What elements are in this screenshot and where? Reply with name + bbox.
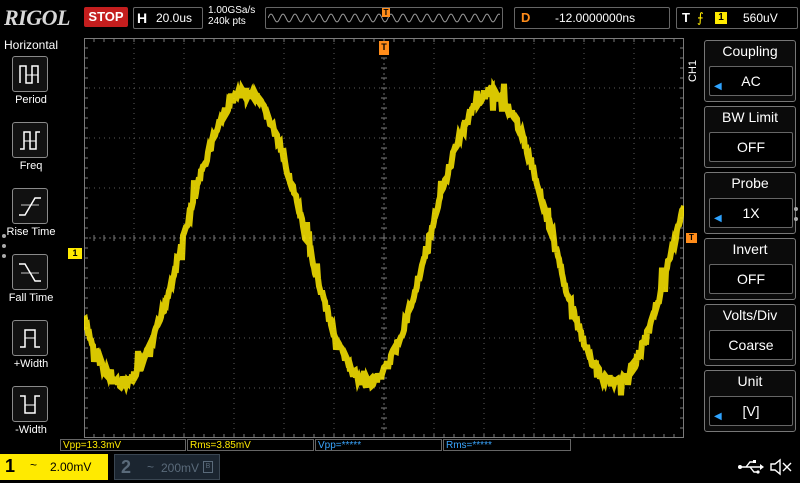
freq-label: Freq [19, 160, 43, 172]
rise-time-icon [12, 188, 48, 224]
probe-value-box: ◀ 1X [709, 198, 793, 228]
horizontal-label: H [137, 10, 148, 26]
ch1-offset-marker[interactable]: 1 [68, 248, 82, 259]
volts-div-title: Volts/Div [722, 307, 778, 323]
ch2-scale: 200mV [161, 461, 200, 475]
measure-positive-width-button[interactable]: +Width [0, 320, 62, 384]
acquisition-info: 1.00GSa/s 240k pts [208, 5, 255, 27]
ch2-coupling-icon: ~ [147, 460, 155, 474]
trigger-position-marker[interactable]: T [379, 41, 389, 55]
unit-value-box: ◀ [V] [709, 396, 793, 426]
bw-limit-value-box: OFF [709, 132, 793, 162]
coupling-title: Coupling [722, 43, 778, 59]
ch2-bw-limit-badge: B [203, 461, 213, 473]
freq-icon [12, 122, 48, 158]
sample-rate: 1.00GSa/s [208, 5, 256, 16]
period-label: Period [15, 94, 47, 106]
measure-freq-button[interactable]: Freq [0, 122, 62, 186]
select-arrow-icon: ◀ [714, 81, 722, 92]
memory-depth: 240k pts [208, 16, 246, 27]
delay-value: -12.0000000ns [555, 11, 636, 25]
status-icons [736, 456, 794, 483]
probe-softkey[interactable]: Probe ◀ 1X [704, 172, 796, 234]
select-arrow-icon: ◀ [714, 411, 722, 422]
right-menu-channel-tag: CH1 [687, 59, 699, 82]
unit-title: Unit [737, 373, 763, 389]
run-stop-status[interactable]: STOP [84, 7, 128, 27]
ch1-coupling-icon: ~ [30, 458, 38, 472]
negative-width-label: -Width [15, 424, 47, 436]
period-icon [12, 56, 48, 92]
rising-edge-icon: ⨍ [697, 10, 704, 25]
measurement-ch2-vpp[interactable]: Vpp=***** [315, 439, 442, 451]
horizontal-measure-menu: Horizontal Period Freq Rise Time Fall Ti… [0, 38, 62, 452]
coupling-value: AC [741, 73, 761, 89]
trigger-level: 560uV [743, 11, 778, 25]
coupling-value-box: ◀ AC [709, 66, 793, 96]
negative-width-icon [12, 386, 48, 422]
measure-rise-time-button[interactable]: Rise Time [0, 188, 62, 252]
unit-value: [V] [742, 403, 760, 419]
channel-settings-menu: Coupling ◀ AC BW Limit OFF Probe ◀ 1X In… [704, 38, 800, 436]
ch1-scale: 2.00mV [50, 460, 92, 474]
delay-label: D [521, 10, 531, 25]
measure-period-button[interactable]: Period [0, 56, 62, 120]
probe-value: 1X [742, 205, 760, 221]
usb-icon [738, 460, 764, 474]
trigger-level-marker[interactable]: T [686, 233, 697, 243]
rise-time-label: Rise Time [6, 226, 56, 238]
right-menu-scroll-indicator [794, 207, 798, 227]
positive-width-label: +Width [13, 358, 49, 370]
left-menu-title: Horizontal [3, 38, 59, 52]
volts-div-softkey[interactable]: Volts/Div Coarse [704, 304, 796, 366]
coupling-softkey[interactable]: Coupling ◀ AC [704, 40, 796, 102]
memory-overview-bar[interactable]: T [265, 7, 503, 29]
probe-title: Probe [731, 175, 769, 191]
ch2-number: 2 [121, 457, 132, 477]
channel-status-bar: 1 ~ 2.00mV 2 ~ 200mV B [0, 454, 800, 480]
measure-negative-width-button[interactable]: -Width [0, 386, 62, 450]
unit-softkey[interactable]: Unit ◀ [V] [704, 370, 796, 432]
measurement-ch2-rms[interactable]: Rms=***** [443, 439, 571, 451]
left-menu-scroll-indicator [2, 234, 6, 264]
bw-limit-softkey[interactable]: BW Limit OFF [704, 106, 796, 168]
timebase-value: 20.0us [156, 11, 193, 25]
measure-fall-time-button[interactable]: Fall Time [0, 254, 62, 318]
volts-div-value-box: Coarse [709, 330, 793, 360]
waveform-display[interactable] [82, 37, 687, 439]
fall-time-label: Fall Time [8, 292, 54, 304]
memory-trigger-marker: T [382, 8, 390, 17]
invert-title: Invert [732, 241, 768, 257]
trigger-info[interactable]: T ⨍ 1 560uV [676, 7, 798, 29]
select-arrow-icon: ◀ [714, 213, 722, 224]
trigger-source: 1 [715, 12, 727, 24]
horizontal-delay[interactable]: D -12.0000000ns [514, 7, 670, 29]
horizontal-timebase[interactable]: H 20.0us [133, 7, 203, 29]
ch1-status[interactable]: 1 ~ 2.00mV [0, 454, 108, 480]
measurement-ch1-vpp[interactable]: Vpp=13.3mV [60, 439, 186, 451]
waveform-grid [82, 37, 687, 439]
rigol-logo: RIGOL [4, 5, 70, 30]
ch1-number: 1 [5, 456, 16, 476]
bw-limit-value: OFF [737, 139, 765, 155]
volts-div-value: Coarse [728, 337, 774, 353]
fall-time-icon [12, 254, 48, 290]
ch2-status[interactable]: 2 ~ 200mV B [114, 454, 220, 480]
invert-value: OFF [737, 271, 765, 287]
positive-width-icon [12, 320, 48, 356]
bw-limit-title: BW Limit [722, 109, 778, 125]
invert-softkey[interactable]: Invert OFF [704, 238, 796, 300]
top-status-bar: RIGOL STOP H 20.0us 1.00GSa/s 240k pts T… [0, 0, 800, 36]
trigger-label: T [682, 10, 690, 25]
invert-value-box: OFF [709, 264, 793, 294]
measurement-ch1-rms[interactable]: Rms=3.85mV [187, 439, 314, 451]
speaker-muted-icon [770, 458, 792, 476]
